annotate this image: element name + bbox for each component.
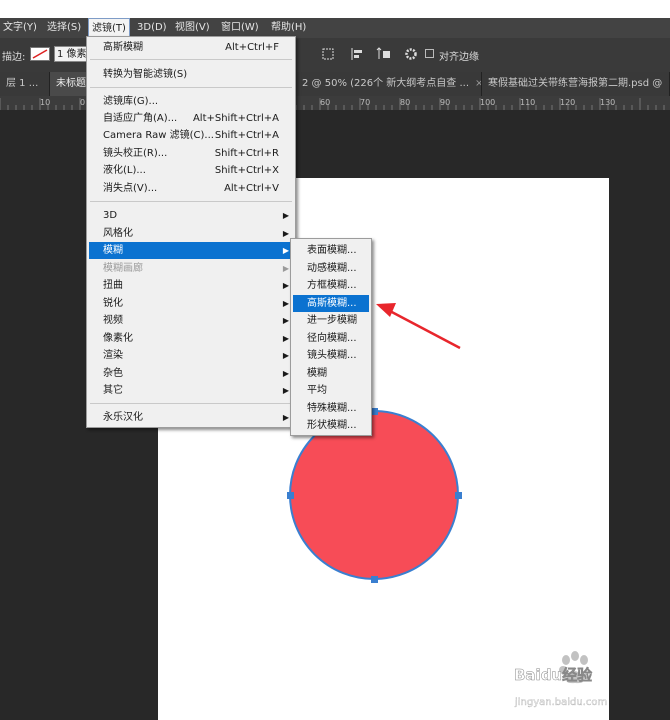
menu-item-video[interactable]: 视频 ▶ [89,312,293,329]
svg-text:Baidu经验: Baidu经验 [514,666,593,684]
submenu-item-shape-blur[interactable]: 形状模糊... [293,417,369,434]
annotation-arrow-icon [376,303,461,350]
submenu-arrow-icon: ▶ [282,413,289,422]
submenu-item-radial-blur[interactable]: 径向模糊... [293,330,369,347]
ruler-tick-label: 80 [400,98,410,107]
menu-item-gaussian-blur-last[interactable]: 高斯模糊 Alt+Ctrl+F [89,39,293,56]
path-arrangement-icon[interactable] [376,47,392,61]
submenu-item-motion-blur[interactable]: 动感模糊... [293,260,369,277]
menu-help[interactable]: 帮助(H) [268,18,309,38]
anchor-point-left[interactable] [287,492,294,499]
ruler-tick-label: 0 [80,98,85,107]
menu-item-blur-gallery[interactable]: 模糊画廊 ▶ [89,260,293,277]
baidu-watermark: Baidu经验 jingyan.baidu.com [512,648,636,712]
submenu-arrow-icon: ▶ [282,351,289,360]
blur-submenu: 表面模糊... 动感模糊... 方框模糊... 高斯模糊... 进一步模糊 径向… [290,238,372,436]
menu-item-3d[interactable]: 3D ▶ [89,207,293,224]
menu-separator [90,87,292,88]
menu-item-camera-raw[interactable]: Camera Raw 滤镜(C)... Shift+Ctrl+A [89,127,293,144]
align-edges-checkbox[interactable] [425,49,434,58]
menu-item-yongle-localization[interactable]: 永乐汉化 ▶ [89,409,293,426]
submenu-item-surface-blur[interactable]: 表面模糊... [293,242,369,259]
menu-item-distort[interactable]: 扭曲 ▶ [89,277,293,294]
svg-text:jingyan.baidu.com: jingyan.baidu.com [514,697,607,708]
stroke-width-field[interactable]: 1 像素 [54,46,88,62]
ruler-tick-label: 60 [320,98,330,107]
menu-bar: 文字(Y) 选择(S) 滤镜(T) 3D(D) 视图(V) 窗口(W) 帮助(H… [0,18,670,38]
submenu-item-box-blur[interactable]: 方框模糊... [293,277,369,294]
menu-3d[interactable]: 3D(D) [134,18,170,38]
submenu-item-smart-blur[interactable]: 特殊模糊... [293,400,369,417]
submenu-arrow-icon: ▶ [282,334,289,343]
tab-untitled[interactable]: 未标题 [50,72,90,96]
submenu-item-blur[interactable]: 模糊 [293,365,369,382]
submenu-arrow-icon: ▶ [282,281,289,290]
anchor-point-top[interactable] [371,408,378,415]
tab-outline-label: 2 @ 50% (226个 新大纲考点自查 ... [302,78,470,89]
stroke-swatch[interactable] [30,47,50,61]
ruler-tick-label: 130 [600,98,615,107]
tab-poster-psd[interactable]: 寒假基础过关带练营海报第二期.psd @ [482,72,670,96]
menu-separator [90,59,292,60]
tab-outline-checklist[interactable]: 2 @ 50% (226个 新大纲考点自查 ... × [296,72,482,96]
menu-select[interactable]: 选择(S) [44,18,84,38]
align-edges-label: 对齐边缘 [439,52,479,63]
tab-poster-label: 寒假基础过关带练营海报第二期.psd @ [488,78,663,89]
baidu-paw-logo-icon: Baidu经验 jingyan.baidu.com [514,651,607,708]
menu-type[interactable]: 文字(Y) [0,18,40,38]
submenu-arrow-icon: ▶ [282,246,289,255]
menu-item-filter-gallery[interactable]: 滤镜库(G)... [89,93,293,110]
submenu-arrow-icon: ▶ [282,299,289,308]
menu-separator [90,201,292,202]
submenu-item-blur-more[interactable]: 进一步模糊 [293,312,369,329]
menu-item-render[interactable]: 渲染 ▶ [89,347,293,364]
anchor-point-right[interactable] [455,492,462,499]
menu-filter[interactable]: 滤镜(T) [88,18,130,38]
ruler-tick-label: 120 [560,98,575,107]
menu-item-blur[interactable]: 模糊 ▶ [89,242,293,259]
submenu-arrow-icon: ▶ [282,211,289,220]
filter-menu: 高斯模糊 Alt+Ctrl+F 转换为智能滤镜(S) 滤镜库(G)... 自适应广… [86,36,296,428]
ruler-tick-label: 10 [40,98,50,107]
menu-item-adaptive-wide-angle[interactable]: 自适应广角(A)... Alt+Shift+Ctrl+A [89,110,293,127]
path-alignment-icon[interactable] [350,47,364,61]
menu-item-noise[interactable]: 杂色 ▶ [89,365,293,382]
menu-item-lens-correction[interactable]: 镜头校正(R)... Shift+Ctrl+R [89,145,293,162]
submenu-item-lens-blur[interactable]: 镜头模糊... [293,347,369,364]
menu-item-pixelate[interactable]: 像素化 ▶ [89,330,293,347]
ruler-tick-label: 110 [520,98,535,107]
ruler-tick-label: 70 [360,98,370,107]
menu-item-vanishing-point[interactable]: 消失点(V)... Alt+Ctrl+V [89,180,293,197]
menu-item-liquify[interactable]: 液化(L)... Shift+Ctrl+X [89,162,293,179]
top-margin [0,0,670,18]
close-icon[interactable]: × [475,78,481,89]
anchor-point-bottom[interactable] [371,576,378,583]
submenu-item-average[interactable]: 平均 [293,382,369,399]
submenu-arrow-icon: ▶ [282,229,289,238]
tab-untitled-label: 未标题 [56,78,86,89]
stroke-label: 描边: [2,52,26,63]
submenu-item-gaussian-blur[interactable]: 高斯模糊... [293,295,369,312]
menu-item-convert-smart-filter[interactable]: 转换为智能滤镜(S) [89,66,293,83]
menu-view[interactable]: 视图(V) [172,18,213,38]
ruler-tick-label: 100 [480,98,495,107]
tab-layer[interactable]: 层 1 ... [0,72,50,96]
submenu-arrow-icon: ▶ [282,386,289,395]
red-circle[interactable] [289,410,459,580]
stroke-swatch-icon [32,49,48,59]
menu-window[interactable]: 窗口(W) [218,18,262,38]
menu-item-stylize[interactable]: 风格化 ▶ [89,225,293,242]
gear-icon[interactable] [404,47,418,61]
ruler-tick-label: 90 [440,98,450,107]
submenu-arrow-icon: ▶ [282,316,289,325]
submenu-arrow-icon: ▶ [282,369,289,378]
menu-item-sharpen[interactable]: 锐化 ▶ [89,295,293,312]
menu-item-other[interactable]: 其它 ▶ [89,382,293,399]
submenu-arrow-icon: ▶ [282,264,289,273]
tab-layer-label: 层 1 ... [6,78,39,89]
menu-separator [90,403,292,404]
path-operations-icon[interactable] [322,48,334,60]
